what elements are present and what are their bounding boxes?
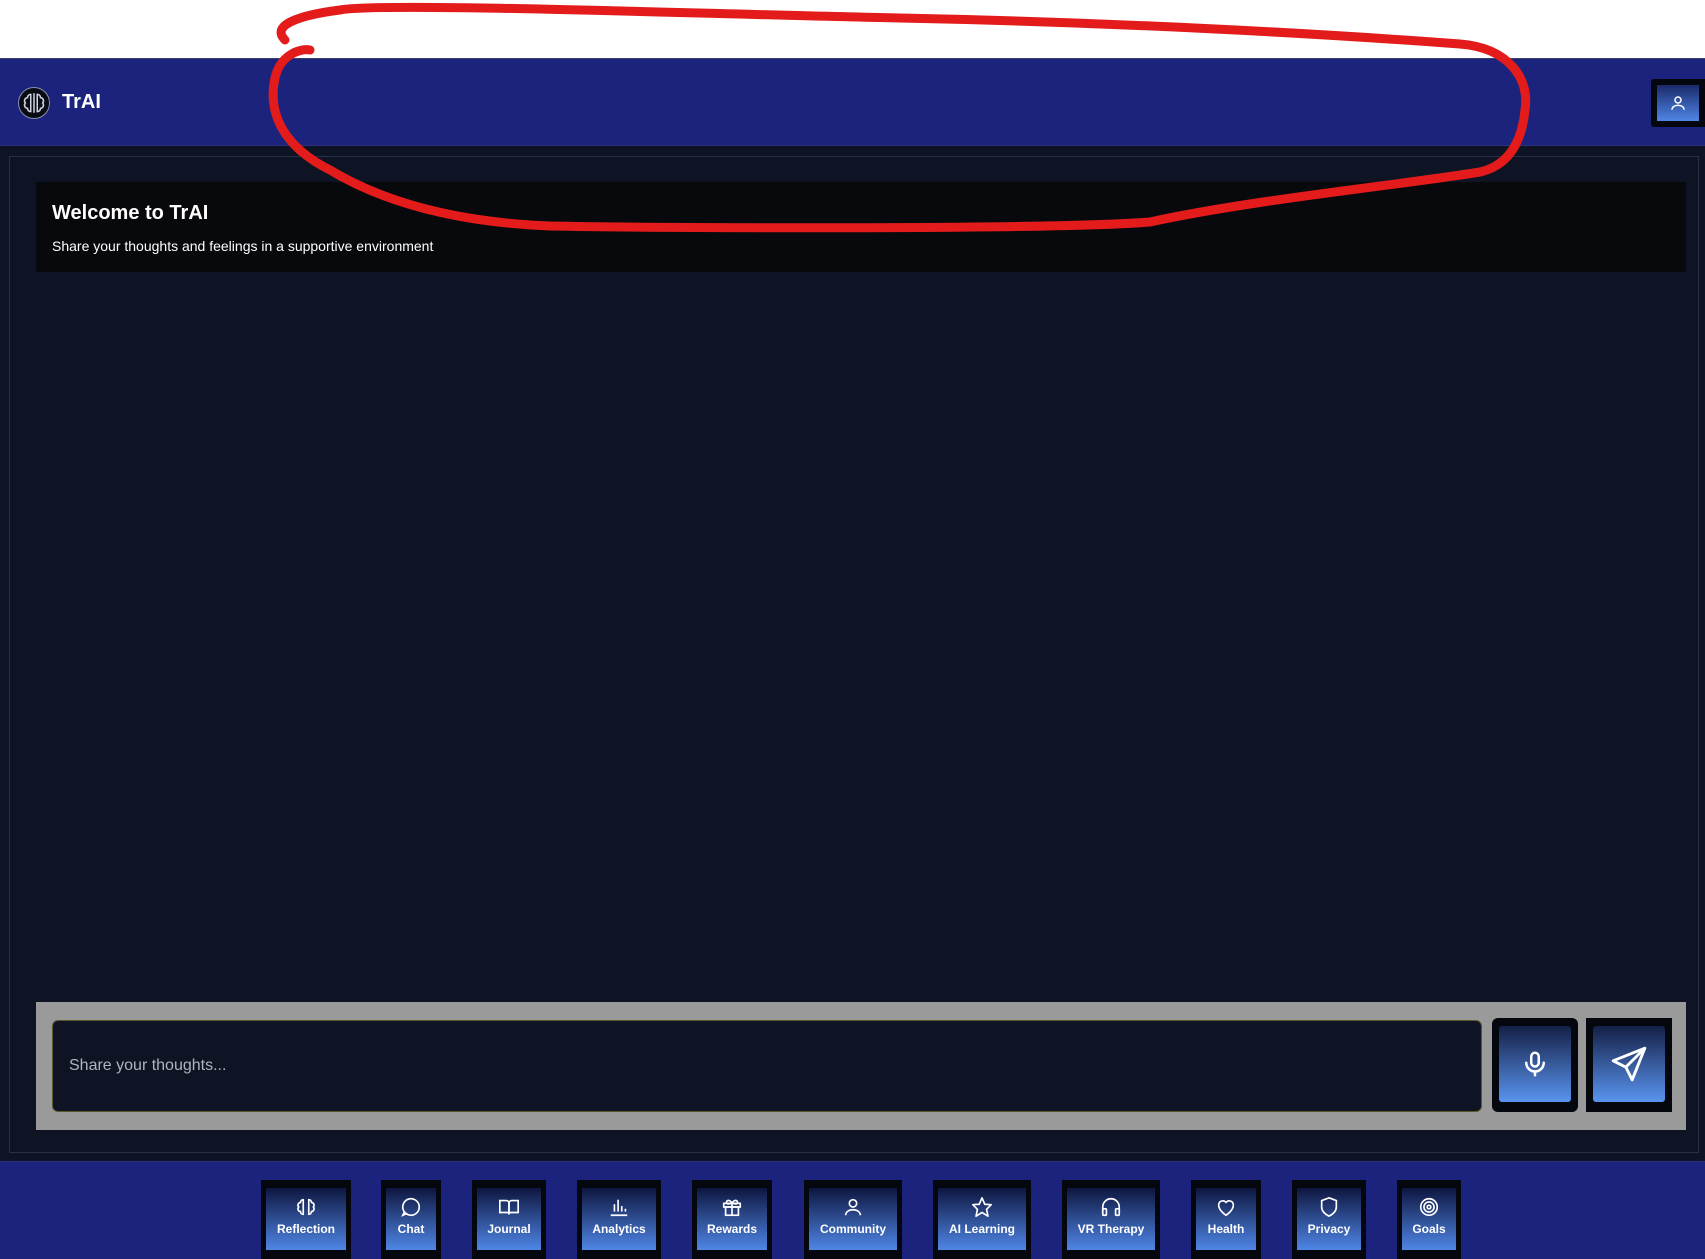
- nav-label: Privacy: [1307, 1222, 1351, 1236]
- send-button[interactable]: [1586, 1018, 1672, 1112]
- app-window: TrAI Welcome to TrAI Share your thoughts…: [0, 0, 1705, 1259]
- nav-privacy[interactable]: Privacy: [1292, 1180, 1366, 1259]
- user-icon: [1671, 96, 1685, 110]
- nav-label: Goals: [1412, 1222, 1446, 1236]
- user-icon: [844, 1198, 862, 1216]
- send-icon: [1611, 1046, 1647, 1082]
- welcome-title: Welcome to TrAI: [52, 202, 209, 224]
- nav-label: Rewards: [706, 1222, 758, 1236]
- nav-label: Chat: [397, 1222, 425, 1236]
- composer-bar: [36, 1002, 1686, 1130]
- app-title: TrAI: [62, 91, 101, 113]
- nav-community[interactable]: Community: [804, 1180, 902, 1259]
- nav-label: Reflection: [276, 1222, 335, 1236]
- nav-vr-therapy[interactable]: VR Therapy: [1062, 1180, 1160, 1259]
- profile-button[interactable]: [1651, 79, 1705, 127]
- nav-label: Health: [1207, 1222, 1245, 1236]
- nav-label: Journal: [487, 1222, 531, 1236]
- nav-rewards[interactable]: Rewards: [692, 1180, 772, 1259]
- mic-button[interactable]: [1492, 1018, 1578, 1112]
- bar-chart-icon: [610, 1199, 628, 1217]
- nav-reflection[interactable]: Reflection: [261, 1180, 351, 1259]
- welcome-banner: Welcome to TrAI Share your thoughts and …: [36, 182, 1686, 272]
- brain-icon: [18, 87, 50, 119]
- shield-icon: [1320, 1196, 1338, 1218]
- headphones-icon: [1101, 1198, 1121, 1217]
- brain-icon: [297, 1198, 315, 1216]
- gift-icon: [722, 1199, 742, 1217]
- nav-label: Community: [820, 1222, 886, 1236]
- chat-bubble-icon: [401, 1197, 421, 1217]
- nav-journal[interactable]: Journal: [472, 1180, 546, 1259]
- nav-label: Analytics: [592, 1222, 646, 1236]
- nav-health[interactable]: Health: [1191, 1180, 1261, 1259]
- heart-icon: [1217, 1200, 1235, 1217]
- open-book-icon: [499, 1199, 519, 1215]
- mic-icon: [1525, 1051, 1545, 1077]
- target-icon: [1419, 1197, 1439, 1217]
- nav-goals[interactable]: Goals: [1397, 1180, 1461, 1259]
- star-icon: [972, 1197, 992, 1217]
- top-header: TrAI: [0, 58, 1705, 146]
- main-content: Welcome to TrAI Share your thoughts and …: [0, 146, 1705, 1161]
- nav-label: VR Therapy: [1077, 1222, 1145, 1236]
- nav-analytics[interactable]: Analytics: [577, 1180, 661, 1259]
- bottom-nav: Reflection Chat Journal Analytics Reward…: [0, 1161, 1705, 1259]
- nav-chat[interactable]: Chat: [381, 1180, 441, 1259]
- message-input[interactable]: [52, 1020, 1482, 1112]
- nav-ai-learning[interactable]: AI Learning: [933, 1180, 1031, 1259]
- nav-label: AI Learning: [948, 1222, 1015, 1236]
- welcome-subtitle: Share your thoughts and feelings in a su…: [52, 238, 434, 254]
